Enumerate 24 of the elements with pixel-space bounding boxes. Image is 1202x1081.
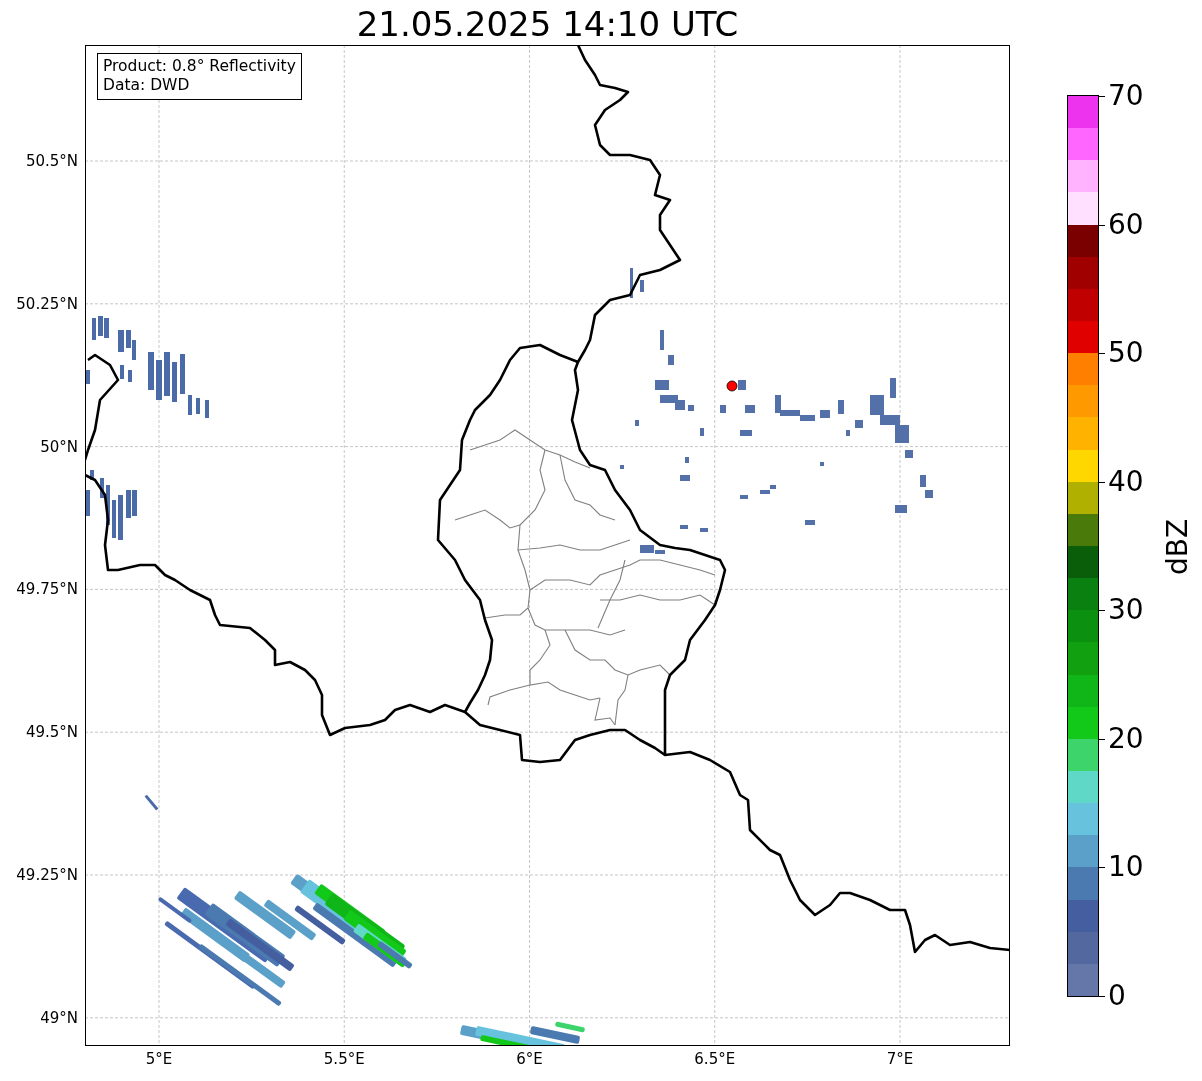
latitude-label: 49.75°N <box>16 580 78 599</box>
latitude-label: 50.25°N <box>16 294 78 313</box>
colorbar-title: dBZ <box>1161 518 1196 576</box>
legend-text: Data: DWD <box>103 76 191 95</box>
longitude-label: 7°E <box>885 1050 915 1068</box>
colorbar-tick-label: 0 <box>1108 979 1126 1013</box>
latitude-label: 50.5°N <box>25 152 78 170</box>
longitude-label: 6.5°E <box>693 1050 737 1068</box>
latitude-label: 50°N <box>40 437 78 456</box>
latitude-label: 49.25°N <box>16 866 78 884</box>
longitude-label: 5.5°E <box>322 1050 366 1068</box>
legend-text: Product: 0.8° Reflectivity <box>103 57 296 76</box>
colorbar-tick-label: 50 <box>1108 336 1144 371</box>
colorbar-tick-label: 20 <box>1108 721 1144 756</box>
colorbar-tick-label: 30 <box>1108 593 1144 628</box>
colorbar-tick-label: 10 <box>1108 850 1144 885</box>
latitude-label: 49°N <box>40 1008 78 1027</box>
colorbar-tick-label: 60 <box>1108 207 1144 242</box>
longitude-label: 6°E <box>515 1050 544 1068</box>
colorbar-tick-label: 70 <box>1108 79 1144 113</box>
colorbar-tick-label: 40 <box>1108 464 1144 499</box>
latitude-label: 49.5°N <box>25 723 78 742</box>
chart-title: 21.05.2025 14:10 UTC <box>355 4 740 44</box>
longitude-label: 5°E <box>144 1050 174 1068</box>
